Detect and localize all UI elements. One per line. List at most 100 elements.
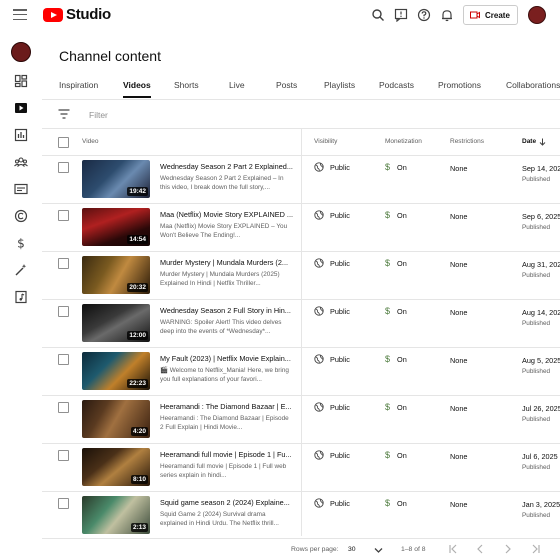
tab-collaborations[interactable]: Collaborations [506,80,560,90]
table-row[interactable]: 14:54 Maa (Netflix) Movie Story EXPLAINE… [42,204,560,252]
visibility-cell[interactable]: Public [314,498,350,508]
video-thumbnail[interactable]: 14:54 [82,208,150,246]
video-title[interactable]: Wednesday Season 2 Full Story in Hin... [160,306,295,315]
visibility-label: Public [330,402,350,412]
visibility-cell[interactable]: Public [314,450,350,460]
channel-avatar[interactable] [11,42,31,62]
table-row[interactable]: 19:42 Wednesday Season 2 Part 2 Explaine… [42,156,560,204]
rows-per-page-select[interactable]: 30 [348,546,356,553]
tab-videos[interactable]: Videos [123,80,151,90]
video-thumbnail[interactable]: 8:10 [82,448,150,486]
video-thumbnail[interactable]: 4:20 [82,400,150,438]
table-row[interactable]: 20:32 Murder Mystery | Mundala Murders (… [42,252,560,300]
subtitles-icon[interactable] [14,182,28,196]
studio-logo[interactable]: Studio [43,6,111,23]
video-thumbnail[interactable]: 20:32 [82,256,150,294]
create-video-icon [470,11,480,19]
video-title[interactable]: Maa (Netflix) Movie Story EXPLAINED ... [160,210,295,219]
date-label: Jul 26, 2025 [522,404,560,413]
filter-input[interactable]: Filter [89,110,108,120]
video-thumbnail[interactable]: 2:13 [82,496,150,534]
chevron-down-icon[interactable] [374,547,383,554]
video-thumbnail[interactable]: 22:23 [82,352,150,390]
feedback-icon[interactable] [394,8,408,22]
visibility-cell[interactable]: Public [314,258,350,268]
monetization-cell[interactable]: $ On [385,498,407,508]
copyright-icon[interactable] [14,209,28,223]
tab-promotions[interactable]: Promotions [438,80,481,90]
dollar-icon: $ [385,306,391,316]
video-thumbnail[interactable]: 19:42 [82,160,150,198]
notifications-icon[interactable] [440,8,454,22]
customization-icon[interactable] [14,263,28,277]
row-checkbox[interactable] [58,306,69,317]
monetization-cell[interactable]: $ On [385,258,407,268]
account-avatar[interactable] [528,6,546,24]
row-checkbox[interactable] [58,258,69,269]
table-row[interactable]: 22:23 My Fault (2023) | Netflix Movie Ex… [42,348,560,396]
content-icon[interactable] [14,101,28,115]
table-row[interactable]: 8:10 Heeramandi full movie | Episode 1 |… [42,444,560,492]
sort-down-icon[interactable] [539,138,546,146]
visibility-cell[interactable]: Public [314,210,350,220]
video-title[interactable]: Heeramandi : The Diamond Bazaar | E... [160,402,295,411]
row-checkbox[interactable] [58,450,69,461]
tab-podcasts[interactable]: Podcasts [379,80,414,90]
community-icon[interactable] [14,155,28,169]
earn-icon[interactable]: $ [14,236,28,251]
status-label: Published [522,368,551,375]
table-row[interactable]: 2:13 Squid game season 2 (2024) Explaine… [42,492,560,540]
monetization-cell[interactable]: $ On [385,210,407,220]
analytics-icon[interactable] [14,128,28,142]
row-checkbox[interactable] [58,402,69,413]
help-icon[interactable] [417,8,431,22]
tab-playlists[interactable]: Playlists [324,80,355,90]
tab-live[interactable]: Live [229,80,245,90]
header-date[interactable]: Date [522,138,536,145]
video-title[interactable]: My Fault (2023) | Netflix Movie Explain.… [160,354,295,363]
row-checkbox[interactable] [58,354,69,365]
header-monetization[interactable]: Monetization [385,138,422,145]
header-restrictions[interactable]: Restrictions [450,138,484,145]
table-row[interactable]: 12:00 Wednesday Season 2 Full Story in H… [42,300,560,348]
previous-page-icon[interactable] [474,543,486,555]
select-all-checkbox[interactable] [58,137,69,148]
tab-shorts[interactable]: Shorts [174,80,199,90]
first-page-icon[interactable] [447,543,459,555]
last-page-icon[interactable] [530,543,542,555]
video-title[interactable]: Squid game season 2 (2024) Explaine... [160,498,295,507]
search-icon[interactable] [371,8,385,22]
monetization-cell[interactable]: $ On [385,450,407,460]
date-label: Aug 5, 2025 [522,356,560,365]
table-row[interactable]: 4:20 Heeramandi : The Diamond Bazaar | E… [42,396,560,444]
filter-icon[interactable] [58,109,70,119]
visibility-cell[interactable]: Public [314,162,350,172]
monetization-cell[interactable]: $ On [385,402,407,412]
video-title[interactable]: Heeramandi full movie | Episode 1 | Fu..… [160,450,295,459]
tab-posts[interactable]: Posts [276,80,297,90]
video-title[interactable]: Wednesday Season 2 Part 2 Explained... [160,162,295,171]
video-title[interactable]: Murder Mystery | Mundala Murders (2... [160,258,295,267]
monetization-cell[interactable]: $ On [385,354,407,364]
row-checkbox[interactable] [58,498,69,509]
visibility-cell[interactable]: Public [314,402,350,412]
audio-library-icon[interactable] [14,290,28,304]
dashboard-icon[interactable] [14,74,28,88]
create-button[interactable]: Create [463,5,518,25]
row-checkbox[interactable] [58,210,69,221]
header-visibility[interactable]: Visibility [314,138,337,145]
video-description: Murder Mystery | Mundala Murders (2025) … [160,271,280,288]
video-thumbnail[interactable]: 12:00 [82,304,150,342]
status-label: Published [522,512,551,519]
monetization-label: On [397,354,407,364]
row-checkbox[interactable] [58,162,69,173]
next-page-icon[interactable] [502,543,514,555]
status-label: Published [522,464,551,471]
visibility-cell[interactable]: Public [314,354,350,364]
header-video: Video [82,138,99,145]
visibility-cell[interactable]: Public [314,306,350,316]
monetization-cell[interactable]: $ On [385,306,407,316]
tab-inspiration[interactable]: Inspiration [59,80,98,90]
menu-icon[interactable] [13,9,27,21]
monetization-cell[interactable]: $ On [385,162,407,172]
